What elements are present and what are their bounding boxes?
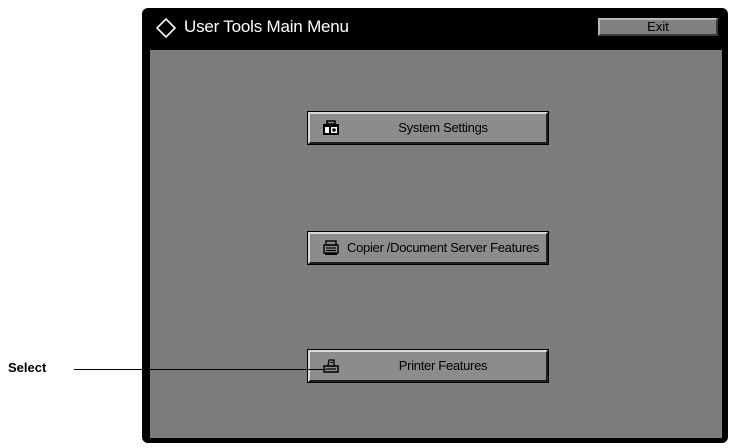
printer-icon [323, 359, 339, 373]
copier-document-server-label: Copier /Document Server Features [347, 240, 539, 255]
system-settings-button[interactable]: System Settings [307, 111, 549, 145]
exit-button[interactable]: Exit [598, 18, 718, 36]
system-settings-icon [323, 120, 339, 135]
copier-document-server-button[interactable]: Copier /Document Server Features [307, 231, 549, 265]
menu-area: System Settings Copier /Document Server … [150, 50, 722, 438]
printer-features-label: Printer Features [398, 358, 488, 373]
system-settings-label: System Settings [398, 120, 488, 135]
control-panel-screen: User Tools Main Menu Exit System Setting… [142, 8, 728, 443]
diamond-icon [156, 18, 176, 38]
select-callout-line [74, 369, 326, 370]
copier-icon [323, 240, 339, 255]
printer-features-button[interactable]: Printer Features [307, 349, 549, 383]
select-callout-label: Select [8, 360, 47, 375]
manual-figure: User Tools Main Menu Exit System Setting… [0, 0, 732, 448]
window-title: User Tools Main Menu [184, 17, 349, 36]
title-bar: User Tools Main Menu Exit [150, 8, 722, 48]
